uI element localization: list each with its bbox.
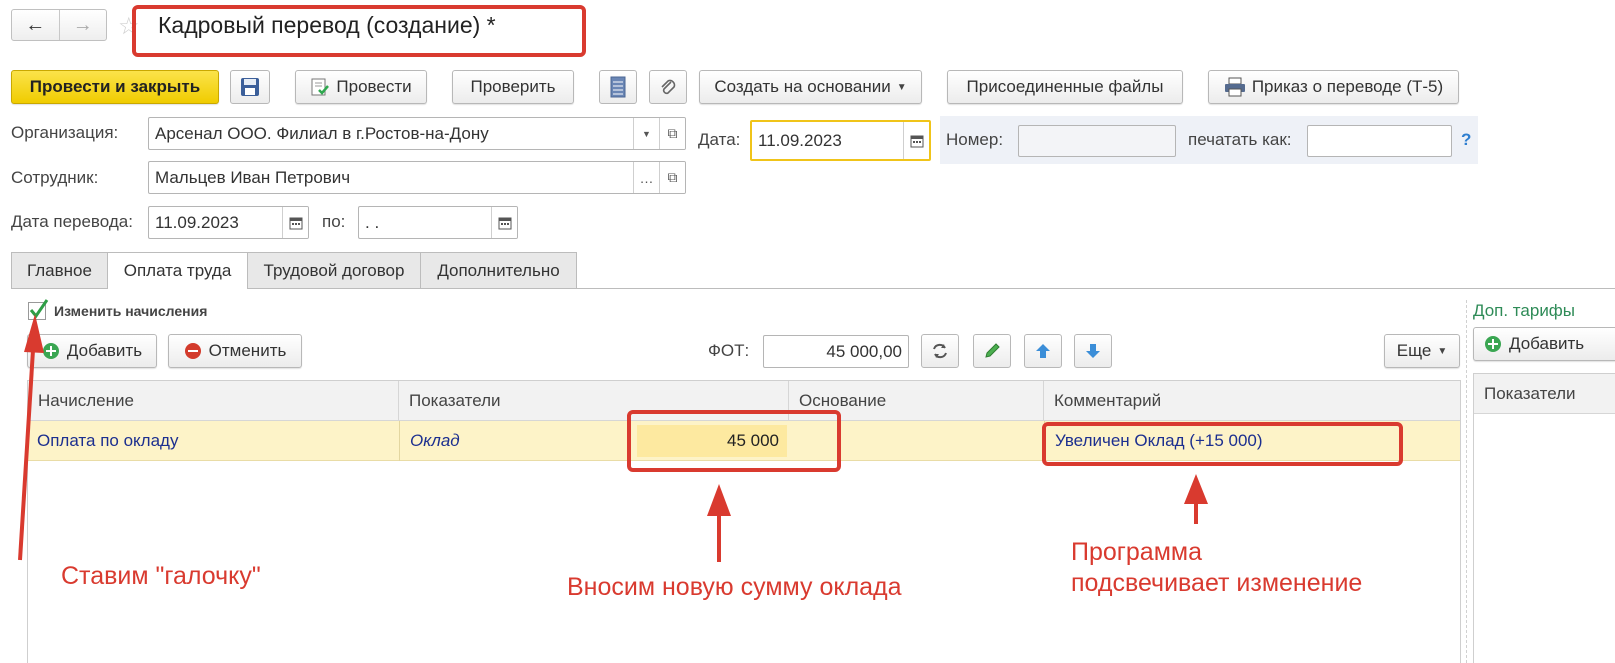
annotation-check-hint: Ставим "галочку" [61, 562, 261, 590]
arrow-to-checkbox [18, 314, 44, 561]
tab-payroll[interactable]: Оплата труда [107, 252, 248, 289]
tab-payroll-label: Оплата труда [123, 261, 232, 280]
annotation-highlight-hint-line1: Программа [1071, 538, 1202, 566]
arrow-to-comment [1184, 474, 1208, 524]
annotation-highlight-hint-line2: подсвечивает изменение [1071, 569, 1363, 597]
annotation-amount-hint: Вносим новую сумму оклада [567, 573, 902, 601]
arrow-to-amount [707, 484, 731, 562]
